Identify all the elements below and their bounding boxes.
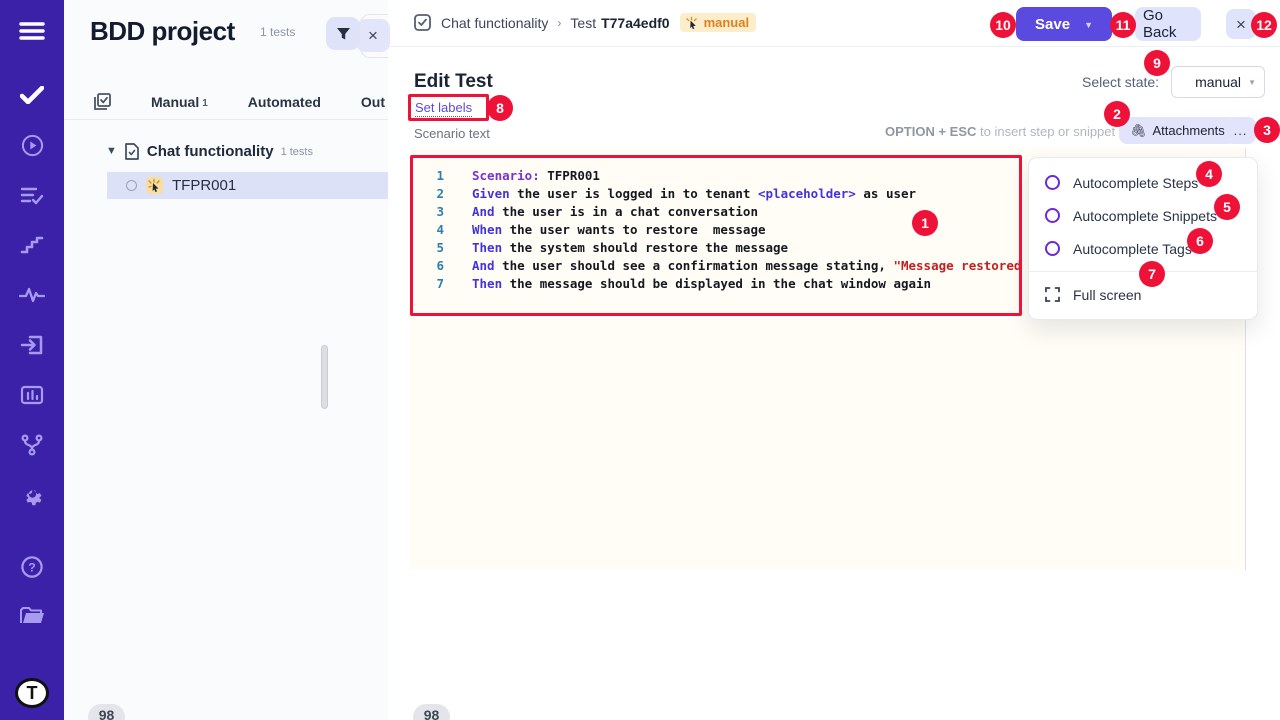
tab-automated[interactable]: Automated [248, 94, 321, 110]
panel-tabs: Manual1 Automated Out of sy [64, 84, 388, 120]
sign-in-icon[interactable] [0, 322, 64, 368]
close-icon: × [368, 27, 378, 44]
test-tree-panel: BDD project 1 tests × Manual1 Automated … [64, 0, 388, 720]
clipped-bottom-pill[interactable]: 98 [88, 704, 125, 720]
line-content: And the user should see a confirmation m… [472, 257, 1067, 275]
clipped-bottom-pill[interactable]: 98 [413, 704, 450, 720]
more-options-button[interactable]: ... [1225, 117, 1256, 144]
line-number: 7 [410, 275, 444, 293]
icon-rail: ? T [0, 0, 64, 720]
bar-chart-icon[interactable] [0, 372, 64, 418]
list-check-icon[interactable] [0, 172, 64, 218]
test-tree: ▼ Chat functionality 1 tests TFPR001 [64, 136, 388, 199]
line-content: And the user is in a chat conversation [472, 203, 758, 221]
save-dropdown-caret-icon[interactable]: ▼ [1084, 20, 1093, 30]
menu-divider [1029, 271, 1257, 272]
radio-icon[interactable] [1045, 208, 1060, 223]
steps-icon[interactable] [0, 222, 64, 268]
panel-header: BDD project 1 tests × [64, 0, 388, 66]
filter-button[interactable] [326, 17, 360, 50]
menu-item-autocomplete-steps[interactable]: Autocomplete Steps [1029, 166, 1257, 199]
menu-item-autocomplete-tags[interactable]: Autocomplete Tags [1029, 232, 1257, 265]
line-number: 6 [410, 257, 444, 275]
line-number: 3 [410, 203, 444, 221]
tests-check-icon[interactable] [0, 72, 64, 118]
project-tests-count: 1 tests [260, 25, 295, 39]
test-status-circle-icon[interactable] [126, 180, 137, 191]
line-content: When the user wants to restore message [472, 221, 766, 239]
fullscreen-icon [1045, 287, 1060, 302]
breadcrumb-test-id: T77a4edf0 [601, 15, 669, 31]
breadcrumb-separator: › [557, 16, 561, 30]
set-labels-link[interactable]: Set labels [415, 100, 472, 117]
tree-folder-chat-functionality[interactable]: ▼ Chat functionality 1 tests [64, 136, 388, 166]
line-content: Then the message should be displayed in … [472, 275, 931, 293]
state-select[interactable]: manual ▼ [1171, 66, 1265, 98]
line-number: 5 [410, 239, 444, 257]
panel-scrollbar-thumb[interactable] [321, 345, 328, 409]
goback-button[interactable]: Go Back [1135, 7, 1201, 41]
gear-icon[interactable] [0, 472, 64, 518]
tab-manual[interactable]: Manual1 [151, 94, 208, 110]
play-circle-icon[interactable] [0, 122, 64, 168]
filter-funnel-icon [336, 27, 351, 41]
scenario-text-label: Scenario text [414, 126, 490, 141]
manual-cursor-emoji-icon [146, 177, 163, 194]
app-logo-letter: T [15, 678, 49, 708]
branch-icon[interactable] [0, 422, 64, 468]
editor-close-button[interactable]: × [1226, 9, 1256, 39]
test-id-label: TFPR001 [172, 177, 236, 194]
tree-row-tfpr001[interactable]: TFPR001 [107, 172, 388, 199]
radio-icon[interactable] [1045, 241, 1060, 256]
suite-name[interactable]: Chat functionality [147, 143, 274, 160]
suite-tests-count: 1 tests [281, 146, 313, 158]
breadcrumb: Chat functionality › Test T77a4edf0 manu… [414, 13, 756, 32]
breadcrumb-suite[interactable]: Chat functionality [441, 15, 548, 31]
hamburger-menu-icon[interactable] [0, 8, 64, 54]
help-icon[interactable]: ? [0, 544, 64, 590]
state-select-value: manual [1195, 74, 1241, 90]
menu-item-autocomplete-snippets[interactable]: Autocomplete Snippets [1029, 199, 1257, 232]
breadcrumb-test-prefix: Test [570, 15, 596, 31]
state-label: Select state: [1082, 74, 1159, 90]
app-root: ? T BDD project 1 tests × Manual1 Aut [0, 0, 1280, 720]
app-logo[interactable]: T [0, 678, 64, 708]
line-number: 4 [410, 221, 444, 239]
ellipsis-icon: ... [1234, 123, 1248, 138]
main-area: Chat functionality › Test T77a4edf0 manu… [388, 0, 1280, 720]
select-caret-icon: ▼ [1248, 78, 1256, 87]
activity-pulse-icon[interactable] [0, 272, 64, 318]
line-content: Scenario: TFPR001 [472, 167, 600, 185]
manual-badge-label: manual [704, 15, 750, 30]
suite-doc-icon [125, 143, 139, 160]
line-content: Given the user is logged in to tenant <p… [472, 185, 916, 203]
radio-icon[interactable] [1045, 175, 1060, 190]
page-title: Edit Test [414, 71, 493, 93]
manual-cursor-emoji-icon [684, 15, 699, 30]
folder-icon[interactable] [0, 592, 64, 638]
line-content: Then the system should restore the messa… [472, 239, 788, 257]
editor-options-menu: Autocomplete Steps Autocomplete Snippets… [1028, 157, 1258, 320]
checkbox-doc-icon [414, 14, 431, 31]
svg-text:?: ? [28, 561, 35, 575]
bulk-select-icon[interactable] [94, 93, 111, 110]
line-number: 1 [410, 167, 444, 185]
panel-close-button[interactable]: × [356, 19, 390, 52]
line-number: 2 [410, 185, 444, 203]
manual-state-badge: manual [680, 13, 757, 32]
save-button[interactable]: Save ▼ [1016, 7, 1112, 41]
shortcut-hint: OPTION + ESC to insert step or snippet [885, 124, 1115, 139]
attachments-button[interactable]: 🖇 Attachments [1119, 117, 1236, 144]
menu-item-full-screen[interactable]: Full screen [1029, 278, 1257, 311]
main-topbar: Chat functionality › Test T77a4edf0 manu… [388, 0, 1280, 47]
chevron-down-icon[interactable]: ▼ [106, 145, 117, 157]
state-selector-row: Select state: manual ▼ [1082, 66, 1265, 98]
paperclip-icon: 🖇 [1130, 123, 1147, 139]
project-title: BDD project [90, 16, 235, 47]
close-icon: × [1236, 16, 1246, 33]
